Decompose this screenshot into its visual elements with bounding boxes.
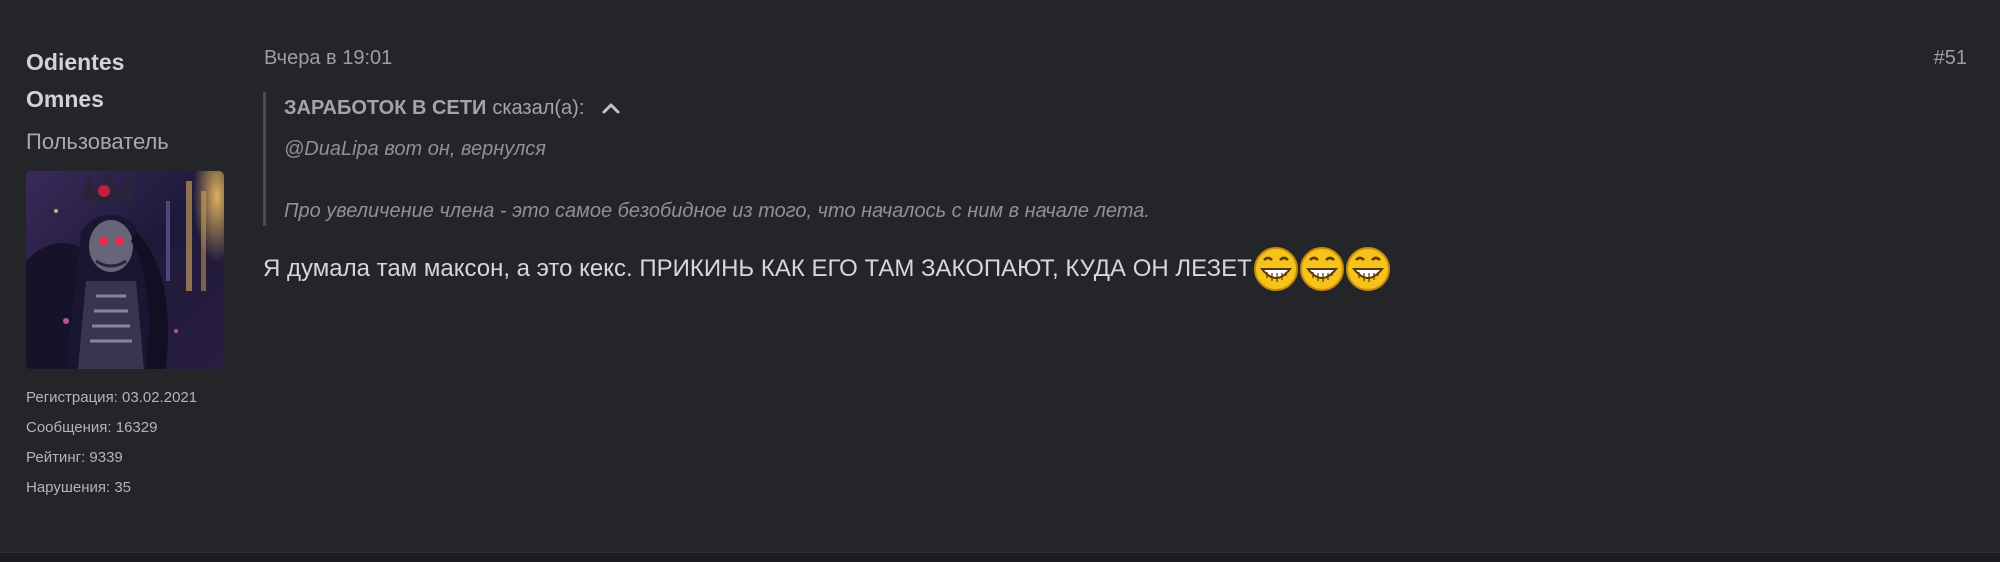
quote-line: @DuaLipa вот он, вернулся [284,138,546,160]
username-link[interactable]: Odientes Omnes [26,44,166,118]
stat-rating: Рейтинг: 9339 [26,449,123,466]
quote-header: ЗАРАБОТОК В СЕТИ сказал(а): [284,92,1563,124]
post-number-link[interactable]: #51 [1934,45,1967,71]
avatar-image [26,171,224,369]
user-stats: Регистрация: 03.02.2021 Сообщения: 16329… [26,383,236,503]
laughing-smiley-icon [1253,247,1298,291]
post-message: Я думала там максон, а это кекс. ПРИКИНЬ… [263,244,1392,294]
laughing-smiley-icon [1345,247,1390,291]
forum-post: Odientes Omnes Пользователь Регистрация:… [0,0,2000,552]
emoji-group [1252,245,1392,293]
quote-said-label: сказал(а): [492,97,585,119]
post-date-link[interactable]: Вчера в 19:01 [264,45,392,71]
user-title: Пользователь [26,129,169,154]
laughing-smiley-icon [1299,247,1344,291]
stat-violations: Нарушения: 35 [26,479,132,496]
message-text: Я думала там максон, а это кекс. ПРИКИНЬ… [263,255,1252,282]
avatar[interactable] [26,171,224,369]
quote-block: ЗАРАБОТОК В СЕТИ сказал(а): @DuaLipa вот… [263,92,1563,226]
chevron-up-icon[interactable] [600,97,622,119]
stat-registration: Регистрация: 03.02.2021 [26,389,198,406]
stat-messages: Сообщения: 16329 [26,419,158,436]
user-sidebar: Odientes Omnes Пользователь Регистрация:… [26,44,236,503]
quote-line: Про увеличение члена - это самое безобид… [284,200,1150,222]
quote-author-link[interactable]: ЗАРАБОТОК В СЕТИ [284,92,486,124]
